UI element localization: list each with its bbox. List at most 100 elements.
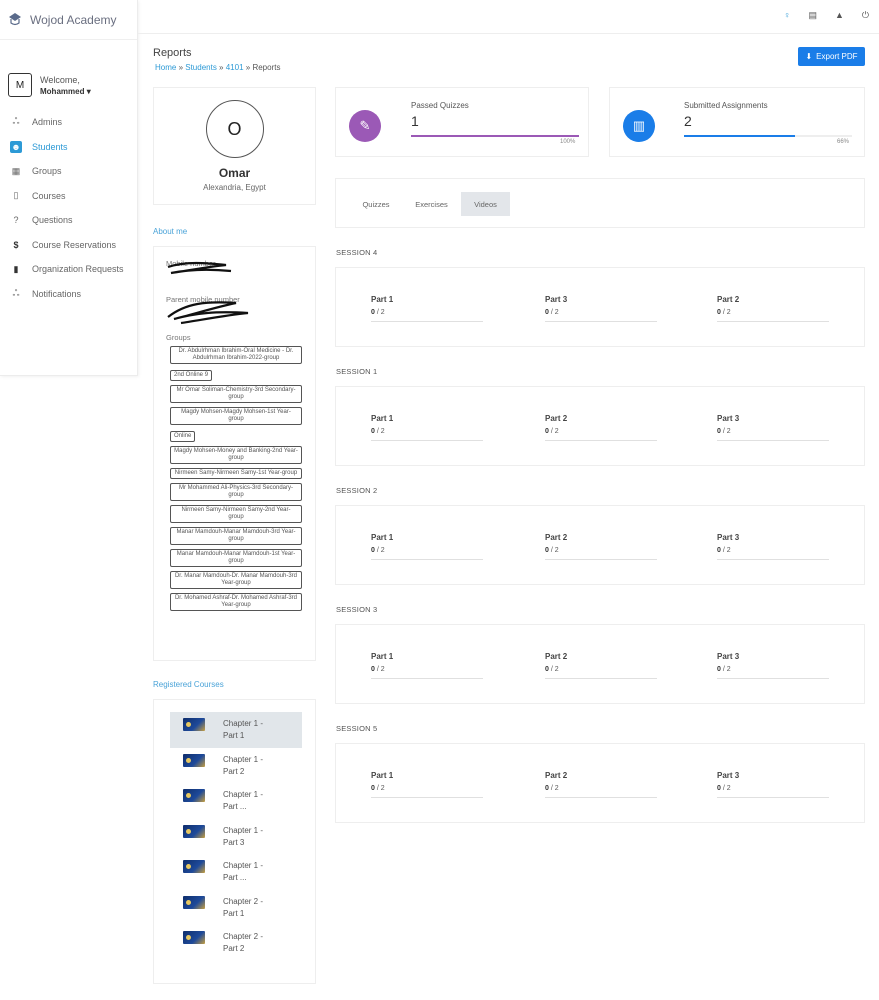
part-score-value: 0 xyxy=(545,428,549,435)
course-item[interactable]: Chapter 1 - Part 2 xyxy=(170,748,302,784)
course-item[interactable]: Chapter 1 - Part ... xyxy=(170,783,302,819)
bulb-icon[interactable]: ♀ xyxy=(784,10,791,21)
group-chip: Magdy Mohsen-Magdy Mohsen-1st Year-group xyxy=(170,407,302,425)
session-part[interactable]: Part 1 0 / 2 xyxy=(371,295,483,322)
sidebar-item-students[interactable]: ☻ Students xyxy=(0,135,137,160)
part-score-total: / 2 xyxy=(722,309,731,316)
bell-icon[interactable]: ▲ xyxy=(835,10,844,21)
power-icon[interactable]: ⏻ xyxy=(862,10,869,21)
course-title: Chapter 2 - xyxy=(223,932,264,941)
part-score-value: 0 xyxy=(717,547,721,554)
course-subtitle: Part 3 xyxy=(223,837,245,847)
sidebar-item-groups[interactable]: ▦ Groups xyxy=(0,159,137,184)
group-chip: Mr Omar Soliman-Chemistry-3rd Secondary-… xyxy=(170,385,302,403)
tab-videos[interactable]: Videos xyxy=(461,192,510,216)
sidebar-item-courses[interactable]: ▯ Courses xyxy=(0,184,137,209)
session-part[interactable]: Part 1 0 / 2 xyxy=(371,652,483,679)
tab-quizzes[interactable]: Quizzes xyxy=(350,192,402,216)
session-part[interactable]: Part 2 0 / 2 xyxy=(545,414,657,441)
progress-fill xyxy=(411,135,579,137)
course-subtitle: Part 1 xyxy=(223,908,245,918)
redaction-scribble xyxy=(167,301,249,325)
course-item[interactable]: Chapter 2 - Part 2 xyxy=(170,925,302,961)
document-icon[interactable]: ▤ xyxy=(808,10,817,21)
part-score-total: / 2 xyxy=(376,547,385,554)
session-part[interactable]: Part 1 0 / 2 xyxy=(371,533,483,560)
students-icon: ☻ xyxy=(10,140,22,153)
session-part[interactable]: Part 3 0 / 2 xyxy=(717,771,829,798)
caret-down-icon: ▾ xyxy=(86,86,91,96)
passed-quizzes-progress xyxy=(411,135,579,137)
part-score-value: 0 xyxy=(371,547,375,554)
course-item[interactable]: Chapter 1 - Part 1 xyxy=(170,712,302,748)
group-chip: 2nd Online 9 xyxy=(170,370,213,381)
part-score-total: / 2 xyxy=(376,666,385,673)
session-part[interactable]: Part 3 0 / 2 xyxy=(545,295,657,322)
session-part[interactable]: Part 3 0 / 2 xyxy=(717,414,829,441)
user-menu[interactable]: Mohammed ▾ xyxy=(40,87,91,96)
session-part[interactable]: Part 2 0 / 2 xyxy=(545,533,657,560)
sidebar-item-course-reservations[interactable]: $ Course Reservations xyxy=(0,233,137,258)
part-name: Part 3 xyxy=(717,414,740,423)
part-name: Part 1 xyxy=(371,414,394,423)
breadcrumb-student-id[interactable]: 4101 xyxy=(226,63,244,72)
part-name: Part 3 xyxy=(545,295,568,304)
part-score-value: 0 xyxy=(717,666,721,673)
group-chip: Dr. Manar Mamdouh-Dr. Manar Mamdouh-3rd … xyxy=(170,571,302,589)
session-card: Part 1 0 / 2 Part 2 0 / 2 Part 3 0 / 2 xyxy=(335,743,865,823)
session-part[interactable]: Part 2 0 / 2 xyxy=(545,771,657,798)
passed-quizzes-label: Passed Quizzes xyxy=(411,101,469,110)
session-part[interactable]: Part 2 0 / 2 xyxy=(545,652,657,679)
course-thumbnail xyxy=(183,753,205,767)
registered-courses-label: Registered Courses xyxy=(153,680,224,689)
brand[interactable]: Wojod Academy xyxy=(0,0,137,40)
course-item[interactable]: Chapter 1 - Part 3 xyxy=(170,819,302,855)
part-score: 0 / 2 xyxy=(371,785,483,798)
part-name: Part 2 xyxy=(545,533,568,542)
grid-icon: ▦ xyxy=(11,165,21,176)
group-chip: Mr Mohammed Ali-Physics-3rd Secondary-gr… xyxy=(170,483,302,501)
breadcrumb-students[interactable]: Students xyxy=(185,63,217,72)
book-open-icon: ▥ xyxy=(623,110,655,142)
export-pdf-button[interactable]: ⬇ Export PDF xyxy=(798,47,865,66)
tab-exercises[interactable]: Exercises xyxy=(405,192,458,216)
avatar[interactable]: M xyxy=(8,73,32,97)
course-title: Chapter 1 - xyxy=(223,754,264,764)
book-icon: ▯ xyxy=(13,190,19,201)
part-name: Part 2 xyxy=(545,414,568,423)
user-name: Mohammed xyxy=(40,86,85,96)
group-chip: Dr. Abdulrhman Ibrahim-Oral Medicine - D… xyxy=(170,346,302,364)
session-part[interactable]: Part 2 0 / 2 xyxy=(717,295,829,322)
profile-avatar: O xyxy=(205,100,264,158)
sidebar-item-label: Questions xyxy=(32,215,73,226)
part-name: Part 3 xyxy=(717,771,740,780)
part-score-total: / 2 xyxy=(550,666,559,673)
dollar-icon: $ xyxy=(13,239,19,250)
part-score: 0 / 2 xyxy=(717,428,829,441)
course-item[interactable]: Chapter 2 - Part 1 xyxy=(170,890,302,926)
session-part[interactable]: Part 3 0 / 2 xyxy=(717,533,829,560)
sidebar-item-notifications[interactable]: ஃ Notifications xyxy=(0,282,137,307)
session-part[interactable]: Part 3 0 / 2 xyxy=(717,652,829,679)
submitted-assignments-label: Submitted Assignments xyxy=(684,101,768,110)
session-part[interactable]: Part 1 0 / 2 xyxy=(371,414,483,441)
progress-fill xyxy=(684,135,795,137)
session-part[interactable]: Part 1 0 / 2 xyxy=(371,771,483,798)
mobile-number-field: Mobile number xyxy=(166,259,315,295)
sidebar-item-organization-requests[interactable]: ▮ Organization Requests xyxy=(0,257,137,282)
sidebar-item-admins[interactable]: ஃ Admins xyxy=(0,110,137,135)
course-thumbnail xyxy=(183,824,205,838)
brand-name: Wojod Academy xyxy=(30,12,117,27)
sidebar-item-label: Students xyxy=(32,141,68,152)
bookmark-icon: ▮ xyxy=(13,263,19,274)
part-score-total: / 2 xyxy=(376,309,385,316)
part-score-value: 0 xyxy=(717,785,721,792)
export-pdf-label: Export PDF xyxy=(816,52,858,61)
sidebar-item-label: Courses xyxy=(32,190,66,201)
session-title: SESSION 5 xyxy=(336,724,378,733)
course-item[interactable]: Chapter 1 - Part ... xyxy=(170,854,302,890)
part-score-value: 0 xyxy=(371,785,375,792)
breadcrumb-home[interactable]: Home xyxy=(155,63,176,72)
course-thumbnail xyxy=(183,931,205,944)
sidebar-item-questions[interactable]: ? Questions xyxy=(0,208,137,233)
